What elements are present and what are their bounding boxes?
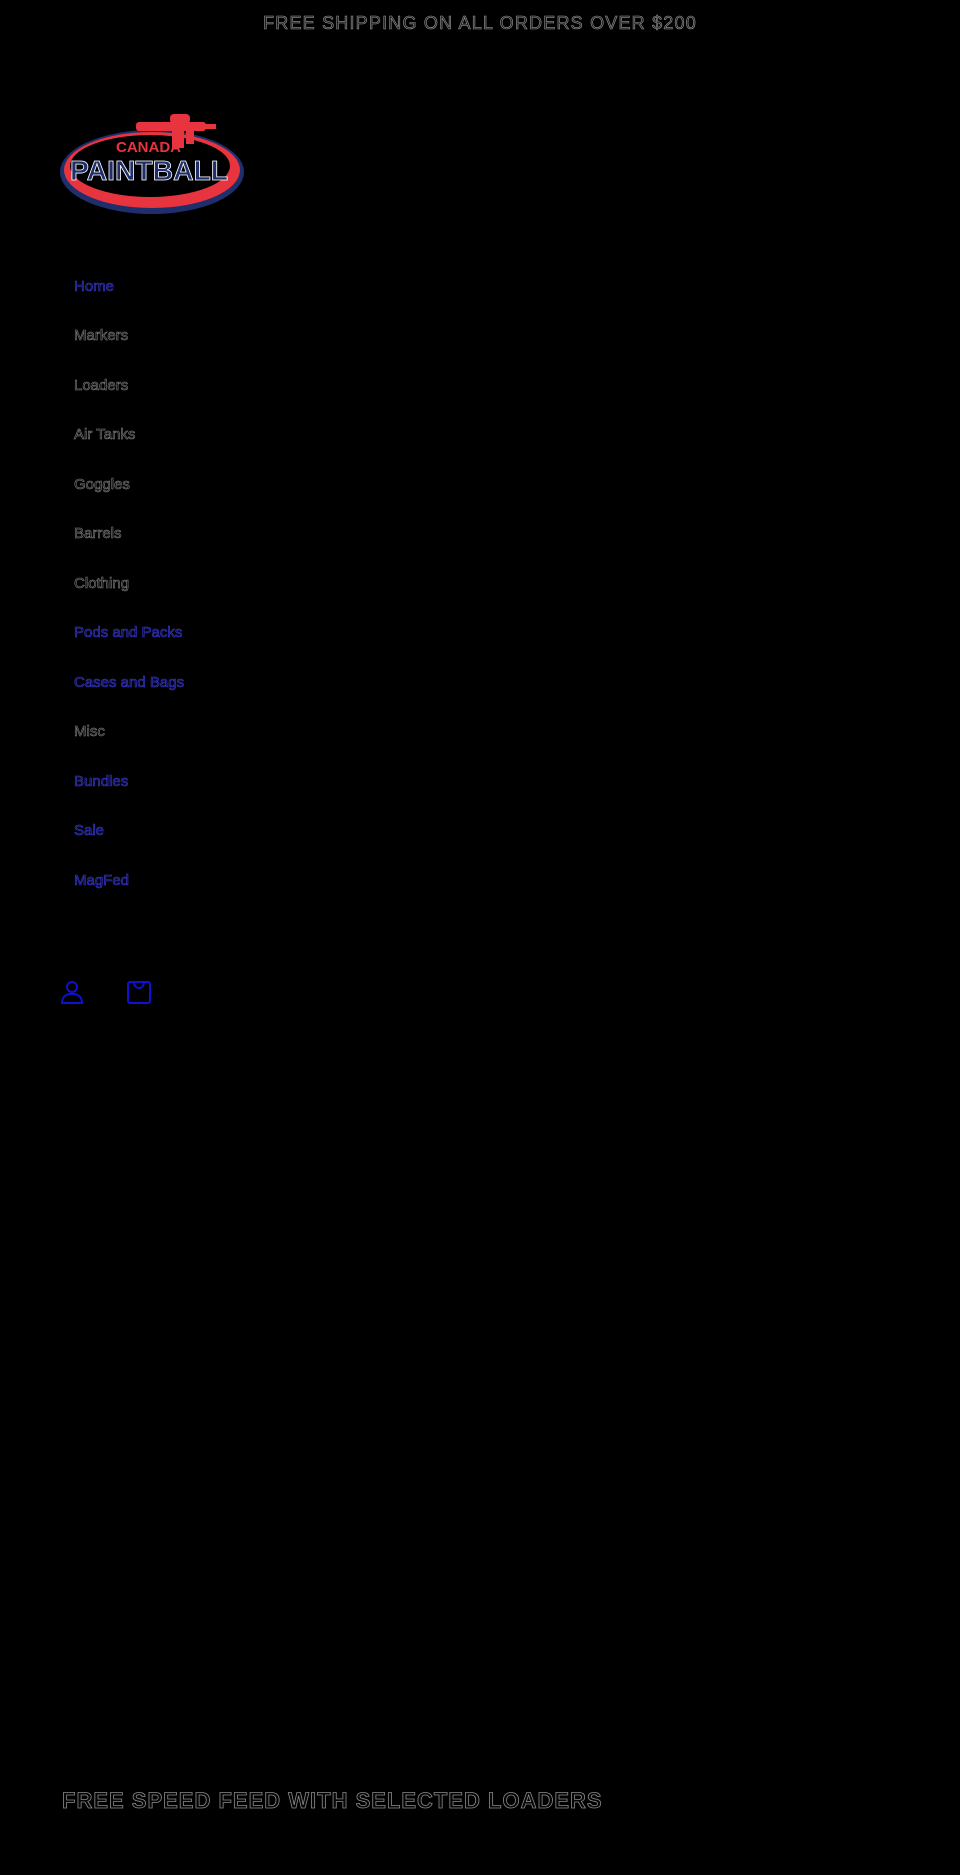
announcement-bar: FREE SHIPPING ON ALL ORDERS OVER $200	[263, 13, 697, 34]
nav-air-tanks[interactable]: Air Tanks	[74, 423, 136, 447]
nav-goggles[interactable]: Goggles	[74, 473, 130, 497]
nav-loaders[interactable]: Loaders	[74, 374, 129, 398]
nav-magfed[interactable]: MagFed	[74, 869, 130, 893]
logo-line1: CANADA	[116, 139, 181, 156]
site-logo[interactable]: CANADA PAINTBALL	[58, 110, 252, 222]
logo-line2: PAINTBALL	[70, 155, 228, 186]
nav-markers[interactable]: Markers	[74, 324, 129, 348]
cart-icon[interactable]	[125, 978, 153, 1006]
nav-clothing[interactable]: Clothing	[74, 572, 130, 596]
nav-misc[interactable]: Misc	[74, 720, 105, 744]
nav-home[interactable]: Home	[74, 275, 115, 299]
nav-sale[interactable]: Sale	[74, 819, 105, 843]
nav-barrels[interactable]: Barrels	[74, 522, 122, 546]
nav-bundles[interactable]: Bundles	[74, 770, 129, 794]
nav-cases-and-bags[interactable]: Cases and Bags	[74, 671, 185, 695]
account-icon[interactable]	[58, 978, 86, 1006]
promo-banner-heading: FREE SPEED FEED WITH SELECTED LOADERS	[62, 1788, 603, 1814]
nav-pods-and-packs[interactable]: Pods and Packs	[74, 621, 183, 645]
